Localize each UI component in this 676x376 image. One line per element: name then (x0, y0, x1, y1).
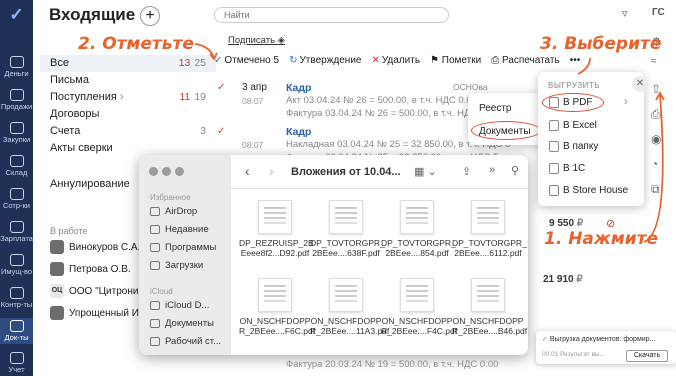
hint-arrows (194, 43, 665, 243)
